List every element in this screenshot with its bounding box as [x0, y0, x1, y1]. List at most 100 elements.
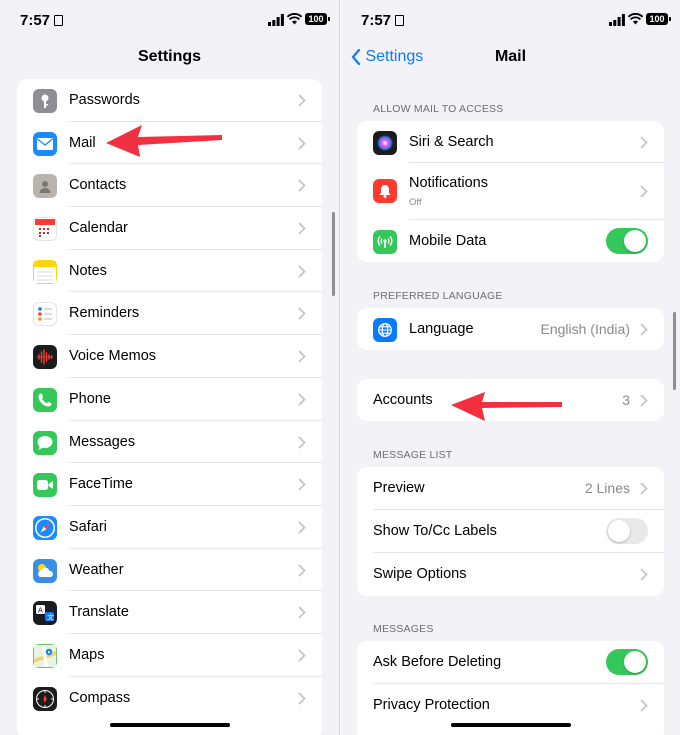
settings-item-safari[interactable]: Safari — [17, 506, 322, 549]
swipe-options-row[interactable]: Swipe Options — [357, 553, 664, 596]
privacy-protection-row[interactable]: Privacy Protection — [357, 684, 664, 727]
section-header-message-list: MESSAGE LIST — [373, 449, 453, 461]
phone-icon — [33, 387, 57, 412]
settings-item-weather[interactable]: Weather — [17, 549, 322, 592]
mobile-data-row: Mobile Data — [357, 220, 664, 262]
chevron-right-icon — [640, 136, 648, 149]
status-bar: 7:57 100 — [341, 0, 680, 40]
messages-group: Ask Before Deleting Privacy Protection — [357, 641, 664, 735]
bell-icon — [373, 179, 397, 203]
settings-item-label: Phone — [69, 390, 111, 407]
siri-icon — [373, 131, 397, 155]
battery-icon: 100 — [646, 13, 671, 25]
sim-icon — [395, 15, 405, 26]
settings-item-label: Reminders — [69, 305, 140, 322]
settings-item-reminders[interactable]: Reminders — [17, 292, 322, 336]
settings-item-voice-memos[interactable]: Voice Memos — [17, 335, 322, 378]
settings-item-label: Notes — [69, 262, 107, 279]
notifications-row[interactable]: Notifications Off — [357, 163, 664, 220]
siri-search-row[interactable]: Siri & Search — [357, 121, 664, 163]
home-indicator — [450, 723, 571, 727]
settings-item-translate[interactable]: A 文 Translate — [17, 591, 322, 634]
settings-item-label: Mail — [69, 134, 96, 151]
settings-item-compass[interactable]: Compass — [17, 677, 322, 720]
messages-icon — [33, 430, 57, 455]
section-header-language: PREFERRED LANGUAGE — [373, 290, 503, 302]
chevron-right-icon — [640, 699, 648, 712]
status-bar: 7:57 100 — [0, 0, 339, 40]
chevron-right-icon — [298, 137, 306, 150]
swipe-options-label: Swipe Options — [373, 566, 467, 582]
chevron-right-icon — [640, 323, 648, 336]
scrollbar[interactable] — [332, 212, 335, 296]
ask-before-deleting-row: Ask Before Deleting — [357, 641, 664, 684]
reminders-icon — [33, 302, 57, 327]
settings-item-phone[interactable]: Phone — [17, 378, 322, 421]
screenshot-page: 7:57 100 Settings Passwords Mail Contacts C… — [0, 0, 680, 735]
safari-icon — [33, 515, 57, 540]
settings-item-label: Voice Memos — [69, 348, 157, 365]
scrollbar[interactable] — [673, 312, 676, 390]
antenna-icon — [373, 230, 397, 254]
annotation-arrow-mail — [106, 125, 222, 157]
translate-icon: A文 — [33, 601, 57, 626]
settings-item-messages[interactable]: Messages — [17, 421, 322, 464]
home-indicator — [109, 723, 230, 727]
language-value: English (India) — [540, 321, 631, 337]
chevron-right-icon — [298, 179, 306, 192]
chevron-right-icon — [298, 350, 306, 363]
settings-item-maps[interactable]: Maps — [17, 634, 322, 677]
settings-item-calendar[interactable]: Calendar — [17, 207, 322, 250]
siri-search-label: Siri & Search — [409, 134, 494, 150]
chevron-right-icon — [298, 521, 306, 534]
annotation-arrow-accounts — [451, 392, 562, 421]
language-row[interactable]: Language English (India) — [357, 308, 664, 350]
language-label: Language — [409, 321, 474, 337]
key-icon — [33, 89, 57, 113]
section-header-messages: MESSAGES — [373, 623, 434, 635]
settings-item-label: Compass — [69, 689, 131, 706]
ask-before-deleting-toggle[interactable] — [606, 649, 648, 675]
svg-text:A: A — [38, 607, 43, 615]
mobile-data-toggle[interactable] — [606, 228, 648, 254]
privacy-protection-label: Privacy Protection — [373, 697, 490, 713]
calendar-icon — [33, 217, 57, 242]
settings-item-passwords[interactable]: Passwords — [17, 79, 322, 122]
settings-item-facetime[interactable]: FaceTime — [17, 463, 322, 506]
compass-icon — [33, 686, 57, 711]
accounts-label: Accounts — [373, 392, 433, 408]
settings-item-label: Passwords — [69, 92, 140, 108]
status-time: 7:57 — [361, 12, 405, 29]
show-tocc-toggle[interactable] — [606, 518, 648, 544]
section-header-access: ALLOW MAIL TO ACCESS — [373, 103, 504, 115]
settings-item-label: Calendar — [69, 220, 128, 237]
chevron-right-icon — [298, 649, 306, 662]
chevron-right-icon — [640, 482, 648, 495]
preview-row[interactable]: Preview 2 Lines — [357, 467, 664, 510]
cellular-signal-icon — [609, 14, 625, 26]
notifications-label: Notifications — [409, 175, 488, 191]
chevron-right-icon — [298, 393, 306, 406]
settings-item-label: Translate — [69, 604, 129, 621]
wifi-icon — [287, 13, 302, 25]
settings-item-notes[interactable]: Notes — [17, 250, 322, 293]
preview-value: 2 Lines — [584, 480, 630, 496]
cellular-signal-icon — [268, 14, 284, 26]
chevron-right-icon — [298, 692, 306, 705]
notes-icon — [33, 259, 57, 284]
settings-item-label: Safari — [69, 518, 107, 535]
accounts-count: 3 — [622, 392, 630, 408]
settings-item-label: Messages — [69, 433, 136, 450]
settings-item-label: Weather — [69, 561, 124, 578]
chevron-right-icon — [298, 436, 306, 448]
chevron-right-icon — [640, 394, 648, 407]
settings-screen: 7:57 100 Settings Passwords Mail Contacts C… — [0, 0, 340, 735]
chevron-right-icon — [298, 94, 306, 107]
svg-text:文: 文 — [47, 613, 54, 622]
globe-icon — [373, 318, 397, 342]
settings-item-contacts[interactable]: Contacts — [17, 164, 322, 208]
chevron-right-icon — [298, 606, 306, 619]
chevron-right-icon — [298, 222, 306, 235]
chevron-right-icon — [298, 265, 306, 278]
settings-item-label: Contacts — [69, 177, 127, 194]
